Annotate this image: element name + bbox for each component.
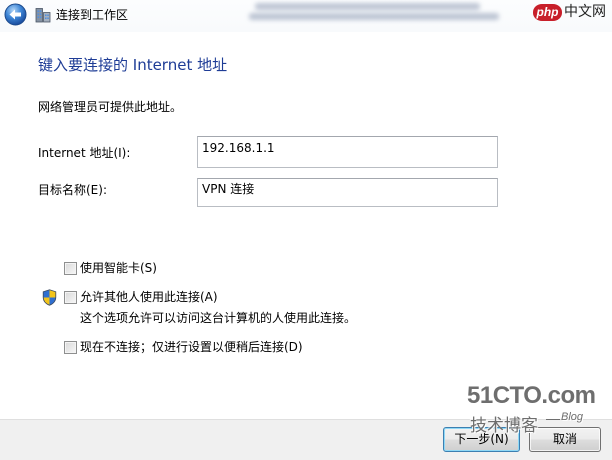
cancel-button[interactable]: 取消 [529,427,601,452]
page-title: 键入要连接的 Internet 地址 [38,56,228,74]
watermark-51cto: 51CTO.com [467,382,596,409]
internet-address-input[interactable] [197,136,498,168]
smart-card-label[interactable]: 使用智能卡(S) [80,261,157,275]
window-title: 连接到工作区 [56,8,129,22]
page-description: 网络管理员可提供此地址。 [38,100,183,114]
uac-shield-icon [42,289,57,306]
wizard-footer [0,419,612,460]
smart-card-checkbox[interactable] [64,262,77,275]
php-logo-name: 中文网 [564,4,606,20]
internet-address-label[interactable]: Internet 地址(I): [38,146,130,160]
workplace-network-icon [35,7,51,23]
allow-others-checkbox[interactable] [64,291,77,304]
blurred-line [255,3,480,10]
blurred-background-text [245,0,505,24]
blurred-line [249,13,499,20]
destination-name-label[interactable]: 目标名称(E): [38,183,107,197]
connect-later-label[interactable]: 现在不连接；仅进行设置以便稍后连接(D) [80,340,303,354]
php-logo-badge: php [533,4,562,21]
connect-workplace-wizard: 连接到工作区 php 中文网 键入要连接的 Internet 地址 网络管理员可… [0,0,612,460]
title-bar: 连接到工作区 php 中文网 [0,0,612,32]
next-button[interactable]: 下一步(N) [443,427,520,452]
back-arrow-icon[interactable] [4,3,27,26]
destination-name-input[interactable] [197,178,498,207]
allow-others-hint: 这个选项允许可以访问这台计算机的人使用此连接。 [80,311,357,325]
allow-others-label[interactable]: 允许其他人使用此连接(A) [80,290,218,304]
connect-later-checkbox[interactable] [64,341,77,354]
